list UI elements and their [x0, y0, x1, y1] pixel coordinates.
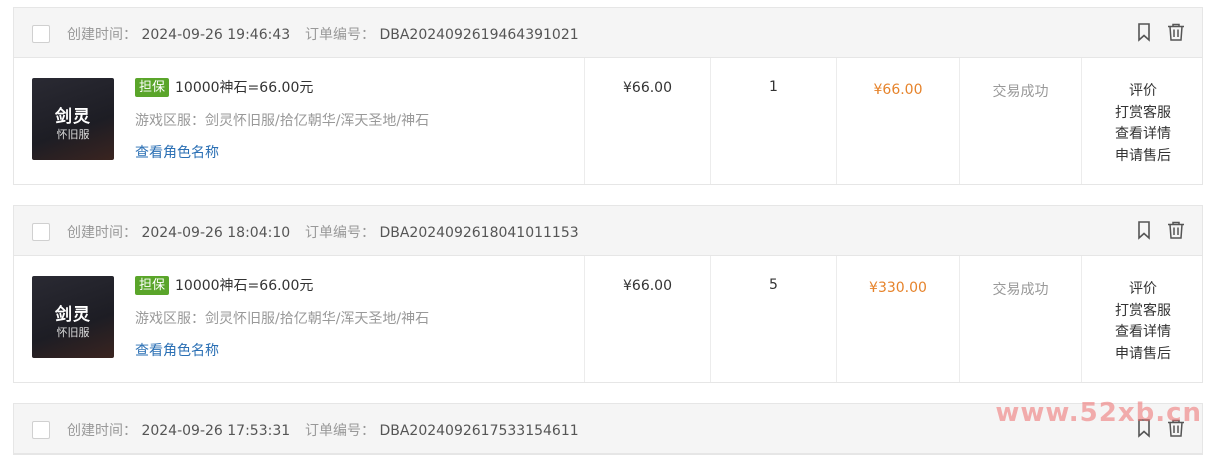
guarantee-badge: 担保 [135, 275, 170, 295]
quantity-cell: 1 [710, 58, 836, 184]
order-number-label: 订单编号： [305, 27, 375, 43]
created-time-label: 创建时间： [67, 423, 137, 439]
thumbnail-subtitle: 怀旧服 [56, 326, 90, 339]
total-price: ¥66.00 [873, 82, 923, 98]
order-header: 创建时间： 2024-09-26 18:04:10 订单编号： DBA20240… [14, 206, 1202, 256]
thumbnail-title: 剑灵 [55, 107, 91, 127]
goods-title: 10000神石=66.00元 [175, 80, 314, 96]
order-number: 订单编号： DBA2024092618041011153 [305, 222, 579, 242]
order-card: 创建时间： 2024-09-26 19:46:43 订单编号： DBA20240… [13, 7, 1203, 185]
total-cell: ¥330.00 [836, 256, 959, 382]
quantity-cell: 5 [710, 256, 836, 382]
status-cell: 交易成功 [959, 256, 1081, 382]
watermark: www.52xb.cn [995, 398, 1202, 428]
thumbnail-title: 剑灵 [55, 305, 91, 325]
order-body: 剑灵 怀旧服 担保 10000神石=66.00元 游戏区服：剑灵怀旧服/拾亿朝华… [14, 256, 1202, 382]
total-cell: ¥66.00 [836, 58, 959, 184]
quantity: 5 [769, 277, 778, 293]
game-thumbnail[interactable]: 剑灵 怀旧服 [32, 78, 114, 160]
created-time-label: 创建时间： [67, 225, 137, 241]
order-header: 创建时间： 2024-09-26 19:46:43 订单编号： DBA20240… [14, 8, 1202, 58]
unit-price-cell: ¥66.00 [584, 58, 710, 184]
order-number-value: DBA2024092617533154611 [379, 423, 579, 439]
unit-price: ¥66.00 [623, 80, 672, 96]
view-details-link[interactable]: 查看详情 [1082, 322, 1204, 344]
unit-price-cell: ¥66.00 [584, 256, 710, 382]
order-checkbox[interactable] [32, 25, 50, 43]
order-number-label: 订单编号： [305, 225, 375, 241]
after-sales-link[interactable]: 申请售后 [1082, 344, 1204, 366]
order-checkbox[interactable] [32, 223, 50, 241]
order-number: 订单编号： DBA2024092619464391021 [305, 24, 579, 44]
goods-info: 担保 10000神石=66.00元 游戏区服：剑灵怀旧服/拾亿朝华/浑天圣地/神… [135, 275, 429, 360]
created-time: 创建时间： 2024-09-26 17:53:31 [67, 420, 290, 440]
server-value: 剑灵怀旧服/拾亿朝华/浑天圣地/神石 [205, 311, 430, 327]
created-time-value: 2024-09-26 19:46:43 [141, 27, 291, 43]
server-line: 游戏区服：剑灵怀旧服/拾亿朝华/浑天圣地/神石 [135, 308, 429, 328]
goods-title: 10000神石=66.00元 [175, 278, 314, 294]
order-number-label: 订单编号： [305, 423, 375, 439]
goods-info: 担保 10000神石=66.00元 游戏区服：剑灵怀旧服/拾亿朝华/浑天圣地/神… [135, 77, 429, 162]
order-status: 交易成功 [992, 84, 1049, 100]
status-cell: 交易成功 [959, 58, 1081, 184]
view-details-link[interactable]: 查看详情 [1082, 124, 1204, 146]
after-sales-link[interactable]: 申请售后 [1082, 146, 1204, 168]
review-link[interactable]: 评价 [1082, 279, 1204, 301]
server-line: 游戏区服：剑灵怀旧服/拾亿朝华/浑天圣地/神石 [135, 110, 429, 130]
order-number-value: DBA2024092619464391021 [379, 27, 579, 43]
created-time: 创建时间： 2024-09-26 18:04:10 [67, 222, 290, 242]
trash-icon[interactable] [1166, 220, 1186, 240]
unit-price: ¥66.00 [623, 278, 672, 294]
created-time: 创建时间： 2024-09-26 19:46:43 [67, 24, 290, 44]
bookmark-icon[interactable] [1134, 220, 1154, 240]
view-role-link[interactable]: 查看角色名称 [135, 142, 219, 162]
total-price: ¥330.00 [869, 280, 927, 296]
server-label: 游戏区服： [135, 311, 205, 327]
view-role-link[interactable]: 查看角色名称 [135, 340, 219, 360]
tip-service-link[interactable]: 打赏客服 [1082, 103, 1204, 125]
order-number: 订单编号： DBA2024092617533154611 [305, 420, 579, 440]
server-value: 剑灵怀旧服/拾亿朝华/浑天圣地/神石 [205, 113, 430, 129]
guarantee-badge: 担保 [135, 77, 170, 97]
server-label: 游戏区服： [135, 113, 205, 129]
thumbnail-subtitle: 怀旧服 [56, 128, 90, 141]
review-link[interactable]: 评价 [1082, 81, 1204, 103]
created-time-label: 创建时间： [67, 27, 137, 43]
trash-icon[interactable] [1166, 22, 1186, 42]
order-number-value: DBA2024092618041011153 [379, 225, 579, 241]
bookmark-icon[interactable] [1134, 22, 1154, 42]
order-card: 创建时间： 2024-09-26 18:04:10 订单编号： DBA20240… [13, 205, 1203, 383]
order-status: 交易成功 [992, 282, 1049, 298]
order-checkbox[interactable] [32, 421, 50, 439]
actions-cell: 评价 打赏客服 查看详情 申请售后 [1081, 58, 1204, 184]
order-body: 剑灵 怀旧服 担保 10000神石=66.00元 游戏区服：剑灵怀旧服/拾亿朝华… [14, 58, 1202, 184]
tip-service-link[interactable]: 打赏客服 [1082, 301, 1204, 323]
game-thumbnail[interactable]: 剑灵 怀旧服 [32, 276, 114, 358]
quantity: 1 [769, 79, 778, 95]
actions-cell: 评价 打赏客服 查看详情 申请售后 [1081, 256, 1204, 382]
created-time-value: 2024-09-26 18:04:10 [141, 225, 291, 241]
created-time-value: 2024-09-26 17:53:31 [141, 423, 291, 439]
